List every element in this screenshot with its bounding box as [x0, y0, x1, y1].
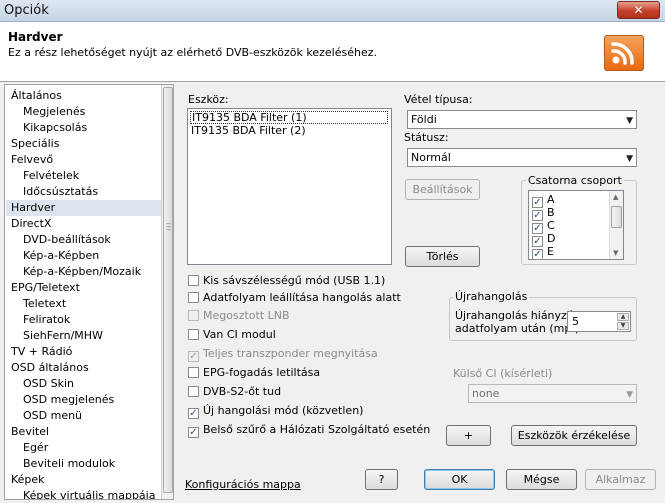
checkbox-icon[interactable] — [188, 386, 199, 397]
checkbox-checked-icon[interactable]: ✓ — [532, 210, 543, 221]
detect-devices-button[interactable]: Eszközök érzékelése — [511, 425, 637, 446]
nav-scrollbar-thumb[interactable]: ‒ ‒ ‒ — [163, 87, 173, 493]
option-checkbox[interactable]: Kis sávszélességű mód (USB 1.1) — [188, 274, 385, 288]
channel-group-item[interactable]: ✓ A — [532, 193, 555, 208]
option-checkbox[interactable]: ✓ Teljes transzponder megnyitása — [188, 347, 378, 362]
nav-item[interactable]: Felvételek — [23, 168, 79, 184]
nav-scrollbar[interactable]: ‒ ‒ ‒ — [161, 85, 173, 499]
chevron-down-icon: ▼ — [626, 154, 633, 164]
chevron-down-icon[interactable]: ▼ — [617, 322, 629, 330]
option-checkbox[interactable]: Megosztott LNB — [188, 309, 290, 323]
channel-group-title: Csatorna csoport — [526, 174, 624, 187]
nav-item[interactable]: Kikapcsolás — [23, 120, 87, 136]
nav-item[interactable]: Általános — [11, 88, 62, 104]
page-header: Hardver Ez a rész lehetőséget nyújt az e… — [0, 22, 665, 82]
close-button[interactable]: ✕ — [617, 1, 660, 19]
nav-item[interactable]: Képek virtuális mappája — [23, 488, 155, 499]
checkbox-checked-icon[interactable]: ✓ — [532, 236, 543, 247]
retune-seconds-stepper[interactable]: 5 ▲ ▼ — [567, 311, 631, 332]
retune-label-line1: Újrahangolás hiányzó — [455, 309, 574, 322]
nav-item[interactable]: TV + Rádió — [11, 344, 72, 360]
config-folder-link[interactable]: Konfigurációs mappa — [185, 478, 301, 491]
nav-item[interactable]: OSD Skin — [23, 376, 74, 392]
chevron-down-icon: ▼ — [626, 390, 633, 400]
add-button[interactable]: + — [446, 425, 491, 446]
nav-item[interactable]: OSD megjelenés — [23, 392, 114, 408]
status-label: Státusz: — [404, 131, 449, 144]
nav-item[interactable]: Kép-a-Képben/Mozaik — [23, 264, 141, 280]
device-item[interactable]: IT9135 BDA Filter (2) — [190, 124, 388, 137]
nav-item[interactable]: EPG/Teletext — [11, 280, 80, 296]
nav-item[interactable]: OSD menü — [23, 408, 82, 424]
chevron-down-icon[interactable]: ▼ — [613, 249, 618, 257]
chevron-up-icon[interactable]: ▲ — [617, 313, 629, 321]
nav-item[interactable]: Felvevő — [11, 152, 53, 168]
nav-item[interactable]: Hardver — [6, 200, 162, 216]
external-ci-select[interactable]: none ▼ — [468, 384, 637, 403]
page-title: Hardver — [8, 30, 63, 44]
option-checkbox[interactable]: EPG-fogadás letiltása — [188, 366, 320, 380]
nav-item[interactable]: Speciális — [11, 136, 59, 152]
checkbox-checked-icon[interactable]: ✓ — [188, 351, 199, 362]
nav-item[interactable]: OSD általános — [11, 360, 89, 376]
channel-scrollbar[interactable]: ▲ ▼ — [609, 191, 623, 259]
help-button[interactable]: ? — [365, 469, 398, 490]
nav-item[interactable]: SiehFern/MHW — [23, 328, 103, 344]
channel-scrollbar-thumb[interactable] — [611, 206, 622, 228]
external-ci-label: Külső CI (kísérleti) — [453, 367, 553, 380]
retune-label-line2: adatfolyam után (mp.) — [455, 322, 580, 335]
nav-item[interactable]: Megjelenés — [23, 104, 85, 120]
option-checkbox[interactable]: ✓ Új hangolási mód (közvetlen) — [188, 404, 363, 419]
checkbox-checked-icon[interactable]: ✓ — [532, 197, 543, 208]
checkbox-checked-icon[interactable]: ✓ — [188, 408, 199, 419]
apply-button[interactable]: Alkalmaz — [585, 469, 656, 490]
device-list[interactable]: IT9135 BDA Filter (1) IT9135 BDA Filter … — [187, 108, 392, 265]
window-title: Opciók — [4, 3, 49, 18]
device-item[interactable]: IT9135 BDA Filter (1) — [190, 111, 388, 124]
settings-button[interactable]: Beállítások — [405, 179, 480, 200]
nav-item[interactable]: Teletext — [23, 296, 66, 312]
grip-icon: ‒ ‒ ‒ — [166, 219, 172, 234]
nav-item[interactable]: Feliratok — [23, 312, 70, 328]
cancel-button[interactable]: Mégse — [506, 469, 577, 490]
option-checkbox[interactable]: Adatfolyam leállítása hangolás alatt — [188, 291, 401, 305]
retune-group-title: Újrahangolás — [453, 290, 530, 303]
nav-item[interactable]: Egér — [23, 440, 48, 456]
checkbox-checked-icon[interactable]: ✓ — [532, 249, 543, 260]
checkbox-checked-icon[interactable]: ✓ — [532, 223, 543, 234]
checkbox-icon[interactable] — [188, 275, 199, 286]
chevron-up-icon[interactable]: ▲ — [613, 193, 618, 201]
checkbox-icon[interactable] — [188, 367, 199, 378]
nav-item[interactable]: Beviteli modulok — [23, 456, 115, 472]
nav-item[interactable]: Kép-a-Képben — [23, 248, 99, 264]
options-nav-tree[interactable]: Képek virtuális mappája Képek Beviteli mod… — [4, 84, 174, 500]
page-description: Ez a rész lehetőséget nyújt az elérhető … — [8, 46, 377, 59]
chevron-down-icon: ▼ — [626, 116, 633, 126]
title-bar: Opciók ✕ — [0, 0, 665, 22]
checkbox-icon[interactable] — [188, 329, 199, 340]
nav-item[interactable]: Képek — [11, 472, 45, 488]
nav-item[interactable]: Bevitel — [11, 424, 49, 440]
status-select[interactable]: Normál ▼ — [407, 148, 637, 167]
channel-group-list[interactable]: ✓ E ✓ D ✓ C ✓ B ✓ A ▲ ▼ — [528, 190, 624, 260]
delete-button[interactable]: Törlés — [405, 246, 480, 267]
nav-item[interactable]: Időcsúsztatás — [23, 184, 98, 200]
nav-item[interactable]: DirectX — [11, 216, 51, 232]
device-label: Eszköz: — [188, 93, 229, 106]
nav-item[interactable]: DVD-beállítások — [23, 232, 111, 248]
ok-button[interactable]: OK — [424, 469, 495, 490]
option-checkbox[interactable]: DVB-S2-őt tud — [188, 385, 281, 399]
option-checkbox[interactable]: Van CI modul — [188, 328, 276, 342]
checkbox-checked-icon[interactable]: ✓ — [188, 427, 199, 438]
option-checkbox[interactable]: ✓ Belső szűrő a Hálózati Szolgáltató eset… — [188, 423, 430, 438]
checkbox-icon[interactable] — [188, 292, 199, 303]
reception-type-label: Vétel típusa: — [404, 93, 473, 106]
rss-feed-icon — [604, 35, 644, 71]
reception-type-select[interactable]: Földi ▼ — [407, 110, 637, 129]
checkbox-icon[interactable] — [188, 310, 199, 321]
